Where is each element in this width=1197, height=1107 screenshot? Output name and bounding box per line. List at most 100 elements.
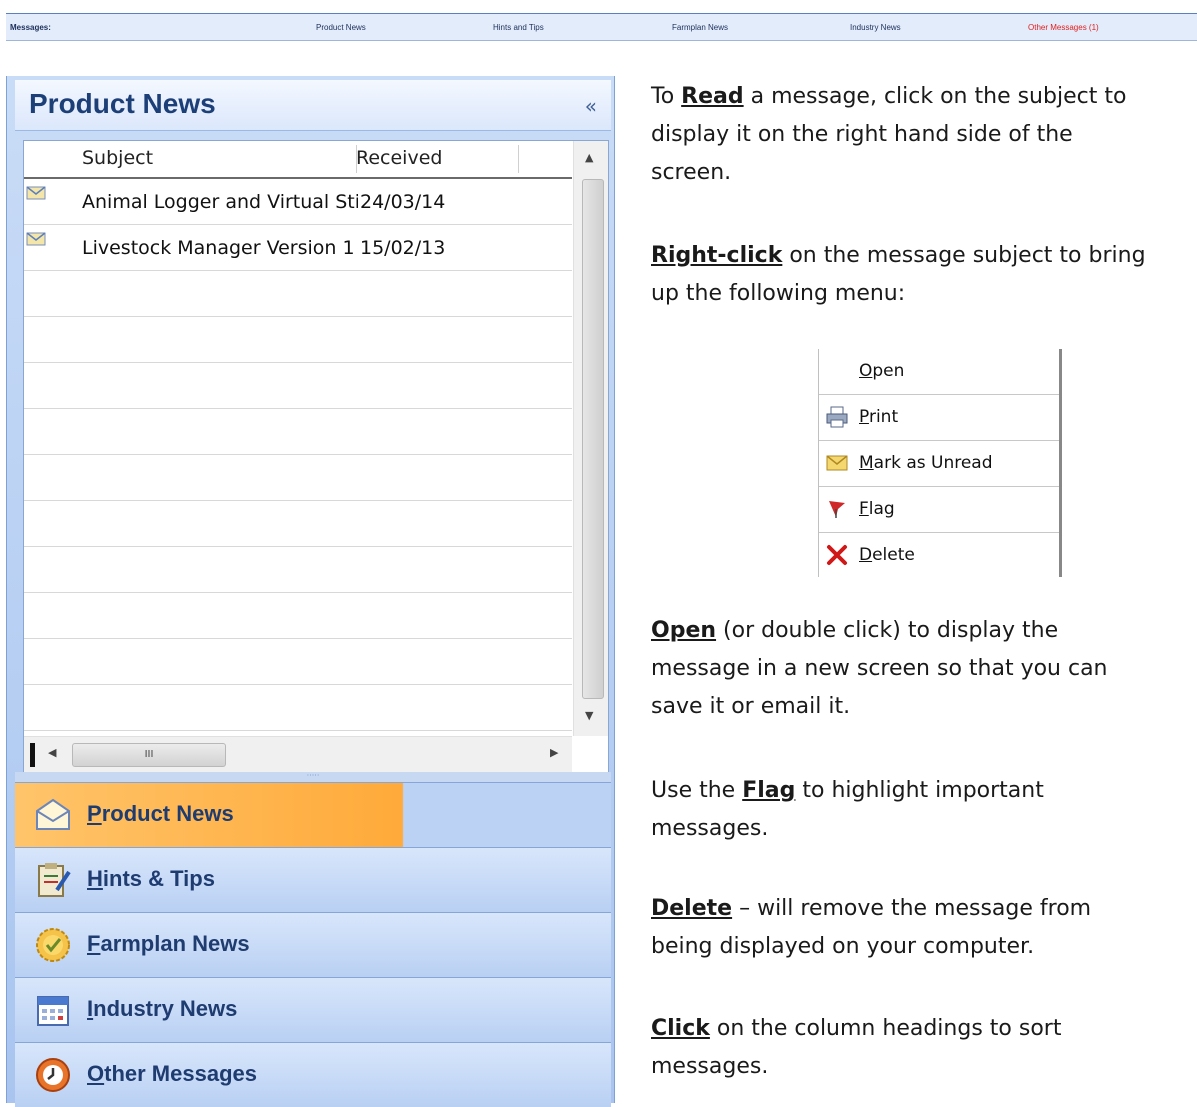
nav-label: Product News xyxy=(87,801,234,826)
read-text-line2: display it on the right hand side of the xyxy=(651,122,1073,147)
nav-hints-tips[interactable]: Hints & Tips xyxy=(15,847,611,912)
tab-farmplan-news[interactable]: Farmplan News xyxy=(672,23,728,32)
read-instruction: To Read a message, click on the subject … xyxy=(651,78,1197,192)
empty-row xyxy=(24,547,572,593)
row-received: 15/02/13 xyxy=(360,237,446,259)
menu-label: Open xyxy=(859,361,905,381)
open-text: (or double click) to display the xyxy=(716,618,1059,643)
scroll-up-icon[interactable]: ▲ xyxy=(585,151,593,164)
menu-item-open[interactable]: Open xyxy=(819,349,1059,395)
clipboard-pencil-icon xyxy=(33,860,73,900)
empty-row xyxy=(24,455,572,501)
menu-item-mark-unread[interactable]: Mark as Unread xyxy=(819,441,1059,487)
menu-label: Print xyxy=(859,407,899,427)
open-instruction: Open (or double click) to display the me… xyxy=(651,612,1197,726)
menu-item-print[interactable]: Print xyxy=(819,395,1059,441)
empty-row xyxy=(24,409,572,455)
flag-keyword: Flag xyxy=(742,778,796,803)
nav-label: Other Messages xyxy=(87,1061,257,1086)
flag-prefix: Use the xyxy=(651,778,743,803)
right-click-text: on the message subject to bring xyxy=(782,243,1146,268)
menu-item-delete[interactable]: Delete xyxy=(819,533,1059,578)
badge-check-icon xyxy=(33,925,73,965)
message-list: Subject Received Animal Logger and Virtu… xyxy=(23,140,609,774)
splitter-grip[interactable]: ····· xyxy=(15,772,611,782)
row-received: 24/03/14 xyxy=(360,191,446,213)
messages-label: Messages: xyxy=(10,23,51,32)
messages-bar: Messages: Product News Hints and Tips Fa… xyxy=(6,13,1197,41)
message-rows: Animal Logger and Virtual Sti 24/03/14 L… xyxy=(24,179,572,731)
read-prefix: To xyxy=(651,84,682,109)
tab-other-messages[interactable]: Other Messages (1) xyxy=(1028,23,1099,32)
nav-label: Farmplan News xyxy=(87,931,250,956)
click-text: on the column headings to sort xyxy=(709,1016,1062,1041)
click-instruction: Click on the column headings to sort mes… xyxy=(651,1010,1197,1086)
right-click-text-line2: up the following menu: xyxy=(651,281,906,306)
right-click-instruction: Right-click on the message subject to br… xyxy=(651,237,1197,313)
delete-instruction: Delete – will remove the message from be… xyxy=(651,890,1197,966)
scroll-down-icon[interactable]: ▼ xyxy=(585,709,593,722)
read-text: a message, click on the subject to xyxy=(743,84,1127,109)
menu-label: Mark as Unread xyxy=(859,453,993,473)
panel-title: Product News xyxy=(29,88,216,119)
empty-row xyxy=(24,639,572,685)
navigation-pane: Product News Hints & Tips Farmplan News … xyxy=(15,782,611,1107)
right-click-keyword: Right-click xyxy=(651,243,783,268)
empty-row xyxy=(24,317,572,363)
vertical-scrollbar[interactable]: ▲ ▼ xyxy=(573,141,608,736)
delete-text-line2: being displayed on your computer. xyxy=(651,934,1035,959)
nav-industry-news[interactable]: Industry News xyxy=(15,977,611,1042)
tab-hints-and-tips[interactable]: Hints and Tips xyxy=(493,23,544,32)
scroll-marker xyxy=(30,743,35,767)
nav-other-messages[interactable]: Other Messages xyxy=(15,1042,611,1107)
collapse-icon[interactable]: « xyxy=(585,94,597,118)
context-menu: Open Print Mark as Unread Flag Delete xyxy=(818,349,1062,577)
click-text-line2: messages. xyxy=(651,1054,769,1079)
scroll-left-icon[interactable]: ◀ xyxy=(48,746,56,759)
row-subject: Livestock Manager Version 1 xyxy=(82,237,355,259)
printer-icon xyxy=(825,405,849,429)
empty-row xyxy=(24,271,572,317)
read-keyword: Read xyxy=(681,84,744,109)
tab-product-news[interactable]: Product News xyxy=(316,23,366,32)
empty-row xyxy=(24,685,572,731)
scroll-right-icon[interactable]: ▶ xyxy=(550,746,558,759)
open-keyword: Open xyxy=(651,618,717,643)
product-news-panel: Product News « Subject Received Animal L… xyxy=(6,76,615,1107)
delete-text: – will remove the message from xyxy=(732,896,1092,921)
flag-instruction: Use the Flag to highlight important mess… xyxy=(651,772,1197,848)
horizontal-scrollbar[interactable]: ◀ III ▶ xyxy=(24,736,572,773)
empty-row xyxy=(24,501,572,547)
clock-arrow-icon xyxy=(33,1055,73,1095)
click-keyword: Click xyxy=(651,1016,710,1041)
table-row[interactable]: Livestock Manager Version 1 15/02/13 xyxy=(24,225,572,271)
column-subject[interactable]: Subject xyxy=(82,147,153,169)
grid-header: Subject Received xyxy=(24,141,572,179)
flag-icon xyxy=(825,497,849,521)
nav-label: Hints & Tips xyxy=(87,866,215,891)
nav-farmplan-news[interactable]: Farmplan News xyxy=(15,912,611,977)
horizontal-scroll-thumb[interactable]: III xyxy=(72,743,226,767)
table-row[interactable]: Animal Logger and Virtual Sti 24/03/14 xyxy=(24,179,572,225)
flag-text: to highlight important xyxy=(795,778,1044,803)
envelope-icon xyxy=(26,185,46,205)
red-x-icon xyxy=(825,543,849,567)
read-text-line3: screen. xyxy=(651,160,732,185)
nav-label: Industry News xyxy=(87,996,238,1021)
open-text-line2: message in a new screen so that you can xyxy=(651,656,1108,681)
panel-header: Product News « xyxy=(15,80,611,131)
tab-industry-news[interactable]: Industry News xyxy=(850,23,901,32)
envelope-icon xyxy=(825,451,849,475)
column-received[interactable]: Received xyxy=(356,147,442,169)
flag-text-line2: messages. xyxy=(651,816,769,841)
open-text-line3: save it or email it. xyxy=(651,694,851,719)
row-subject: Animal Logger and Virtual Sti xyxy=(82,191,358,213)
envelope-icon xyxy=(26,231,46,251)
delete-keyword: Delete xyxy=(651,896,733,921)
menu-label: Delete xyxy=(859,545,915,565)
column-divider[interactable] xyxy=(518,145,519,173)
empty-row xyxy=(24,363,572,409)
menu-item-flag[interactable]: Flag xyxy=(819,487,1059,533)
vertical-scroll-thumb[interactable] xyxy=(582,179,604,699)
nav-product-news[interactable]: Product News xyxy=(15,782,611,847)
